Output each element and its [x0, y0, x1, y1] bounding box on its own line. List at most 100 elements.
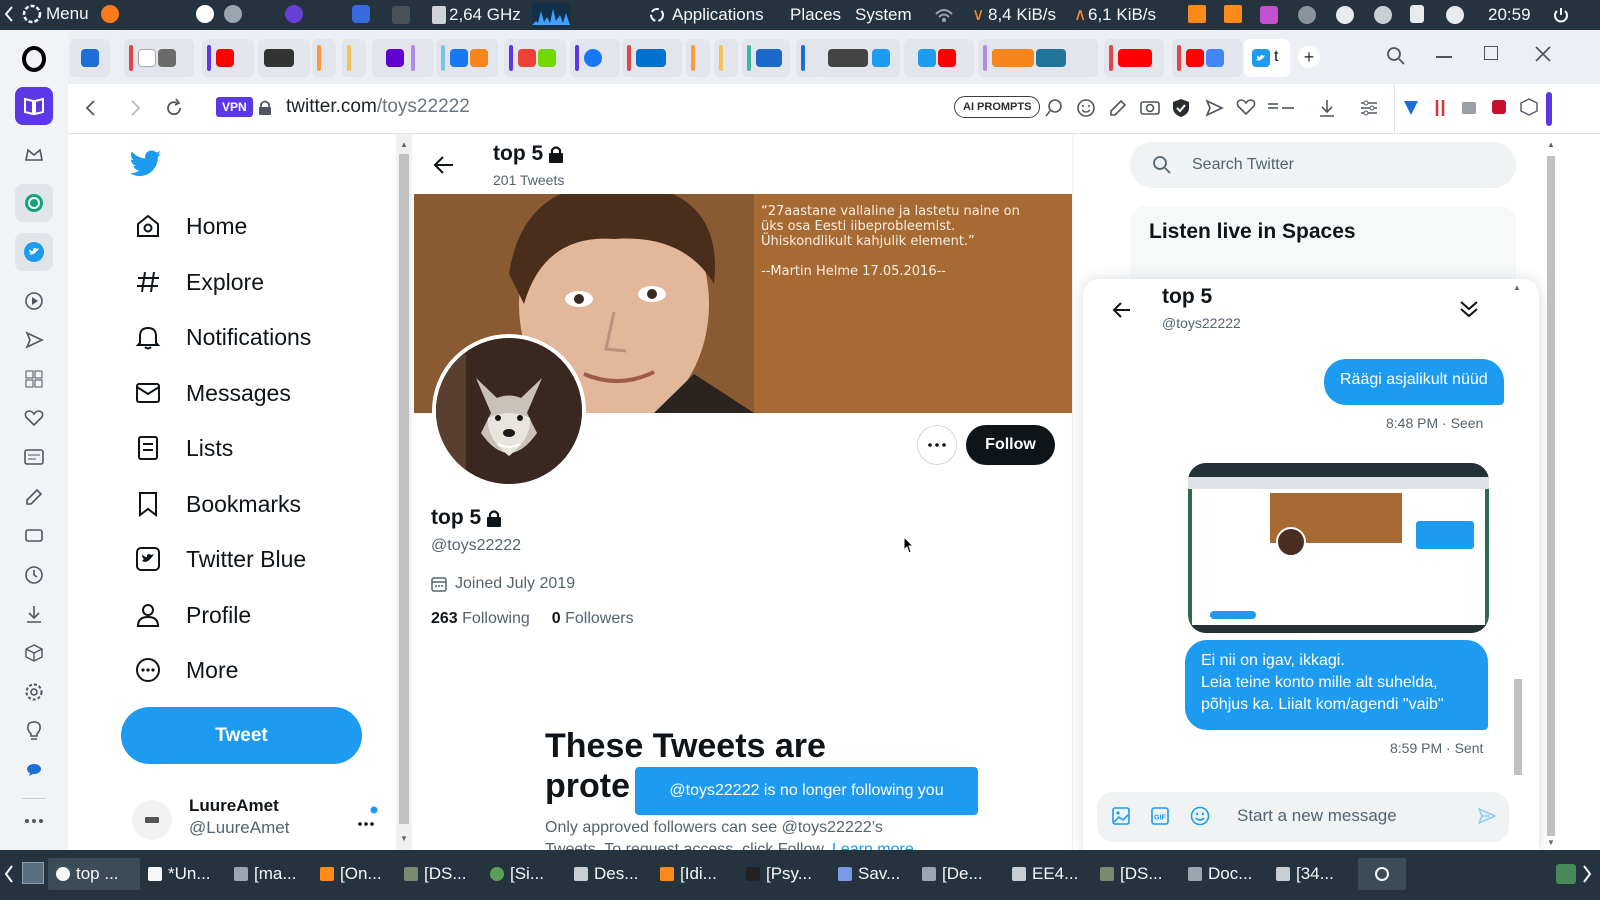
profile-avatar[interactable]	[432, 334, 586, 488]
extension-red-icon[interactable]	[1490, 98, 1508, 116]
scroll-up-arrow-icon[interactable]: ▲	[400, 140, 408, 149]
player-icon[interactable]	[15, 282, 53, 320]
page-scrollbar[interactable]: ▲ ▼	[1543, 134, 1559, 850]
taskbar-item-on[interactable]: [On...	[320, 858, 382, 890]
tab-search-icon[interactable]	[1386, 46, 1406, 66]
search-input[interactable]: Search Twitter	[1192, 156, 1294, 174]
system-menu[interactable]: System	[855, 5, 912, 25]
tab-18[interactable]	[904, 39, 974, 77]
chat-bubble-icon[interactable]	[15, 751, 53, 789]
firefox-icon[interactable]	[101, 5, 119, 23]
share-arrow-icon[interactable]	[1204, 98, 1224, 118]
crown-icon[interactable]	[15, 136, 53, 174]
volume-icon[interactable]	[1446, 6, 1464, 24]
learn-more-link[interactable]: Learn more	[832, 841, 914, 850]
wifi-icon[interactable]	[1336, 6, 1354, 24]
extensions-cube-icon[interactable]	[15, 634, 53, 672]
nav-lists[interactable]: Lists	[134, 428, 233, 468]
extension-arrows-icon[interactable]	[1432, 98, 1448, 118]
tab-12[interactable]	[622, 39, 682, 77]
trash-icon[interactable]	[1556, 864, 1576, 884]
emoji-picker-icon[interactable]	[1190, 806, 1210, 826]
tab-19[interactable]	[978, 39, 1098, 77]
extension-shield-icon[interactable]	[1402, 98, 1420, 118]
new-tab-plus-icon[interactable]: +	[1298, 46, 1320, 68]
tweet-button[interactable]: Tweet	[121, 707, 362, 764]
launcher-a-icon[interactable]	[196, 5, 214, 23]
extension-puzzle-icon[interactable]	[1460, 98, 1478, 116]
tab-14[interactable]	[714, 39, 738, 77]
taskbar-item-top[interactable]: top ...	[48, 858, 140, 890]
dm-message-input[interactable]: Start a new message	[1237, 806, 1397, 826]
heart-icon[interactable]	[15, 399, 53, 437]
followers-link[interactable]: 0 Followers	[552, 610, 634, 628]
applications-menu[interactable]: Applications	[672, 5, 764, 25]
tools-icon[interactable]	[224, 5, 242, 23]
tabs-icon[interactable]	[15, 517, 53, 555]
panel-left-arrow-icon[interactable]	[4, 5, 14, 23]
twitter-logo-icon[interactable]	[130, 150, 162, 178]
profile-more-button[interactable]	[917, 425, 957, 465]
tab-5[interactable]	[312, 39, 336, 77]
taskbar-item-idi[interactable]: [Idi...	[660, 858, 717, 890]
follow-button[interactable]: Follow	[966, 425, 1055, 465]
power-icon[interactable]	[1552, 6, 1570, 24]
workspaces-icon[interactable]	[15, 87, 53, 125]
emoji-icon[interactable]	[1076, 98, 1096, 118]
vpn-badge[interactable]: VPN	[216, 97, 253, 117]
opera-launcher-icon[interactable]	[352, 5, 370, 23]
tab-15[interactable]	[742, 39, 790, 77]
opera-logo-icon[interactable]	[15, 40, 53, 78]
tab-6[interactable]	[342, 39, 366, 77]
taskbar-item-ds2[interactable]: [DS...	[1100, 858, 1163, 890]
taskbar-item-de[interactable]: [De...	[922, 858, 983, 890]
news-icon[interactable]	[15, 438, 53, 476]
left-scrollbar-thumb[interactable]	[399, 154, 409, 824]
settings-gear-icon[interactable]	[15, 673, 53, 711]
maximize-icon[interactable]	[1484, 46, 1498, 60]
following-link[interactable]: 263 Following	[431, 610, 530, 628]
lock-icon[interactable]	[258, 100, 272, 116]
dm-message-1[interactable]: Räägi asjalikult nüüd	[1324, 359, 1504, 405]
tab-20[interactable]	[1104, 39, 1164, 77]
camera-icon[interactable]	[1140, 98, 1160, 116]
downloads-icon[interactable]	[15, 595, 53, 633]
reader-mode-icon[interactable]	[1268, 102, 1294, 114]
ai-prompts-button[interactable]: AI PROMPTS	[954, 96, 1041, 118]
url-field[interactable]: twitter.com/toys22222	[286, 96, 470, 118]
dm-scroll-up-icon[interactable]: ▲	[1513, 283, 1521, 292]
tab-3[interactable]	[202, 39, 254, 77]
bookmark-heart-icon[interactable]	[1236, 98, 1256, 116]
taskbar-item-ds[interactable]: [DS...	[404, 858, 467, 890]
twitter-sidebar-icon[interactable]	[15, 233, 53, 271]
vlc-icon-2[interactable]	[1224, 5, 1242, 23]
history-icon[interactable]	[15, 556, 53, 594]
speed-dial-icon[interactable]	[15, 360, 53, 398]
nav-explore[interactable]: Explore	[134, 262, 264, 302]
notifications-tray-icon[interactable]	[1374, 6, 1392, 24]
dm-scrollbar[interactable]: ▲	[1511, 281, 1523, 781]
easy-setup-icon[interactable]	[1360, 98, 1378, 118]
tor-icon[interactable]	[285, 5, 303, 23]
terminal-icon[interactable]	[392, 6, 410, 24]
tab-13[interactable]	[686, 39, 710, 77]
page-scrollbar-thumb[interactable]	[1547, 156, 1555, 836]
taskbar-item-sav[interactable]: Sav...	[838, 858, 900, 890]
dm-screenshot-image[interactable]	[1188, 463, 1489, 633]
taskbar-item-untitled[interactable]: *Un...	[148, 858, 211, 890]
show-desktop-icon[interactable]	[22, 862, 44, 884]
back-arrow-icon[interactable]	[433, 155, 455, 175]
nav-twitter-blue[interactable]: Twitter Blue	[134, 539, 306, 579]
taskbar-item-doc[interactable]: Doc...	[1188, 858, 1252, 890]
chatgpt-icon[interactable]	[15, 184, 53, 222]
system-menu-button[interactable]: Menu	[22, 4, 89, 24]
taskbar-item-si[interactable]: [Si...	[490, 858, 544, 890]
bluetooth-icon[interactable]	[1298, 6, 1316, 24]
tab-2[interactable]	[124, 39, 194, 77]
forward-icon[interactable]	[128, 98, 142, 118]
page-scroll-up-icon[interactable]: ▲	[1547, 140, 1555, 149]
search-box[interactable]: Search Twitter	[1130, 142, 1516, 188]
places-menu[interactable]: Places	[790, 5, 841, 25]
nav-messages[interactable]: Messages	[134, 373, 291, 413]
image-upload-icon[interactable]	[1112, 807, 1130, 825]
